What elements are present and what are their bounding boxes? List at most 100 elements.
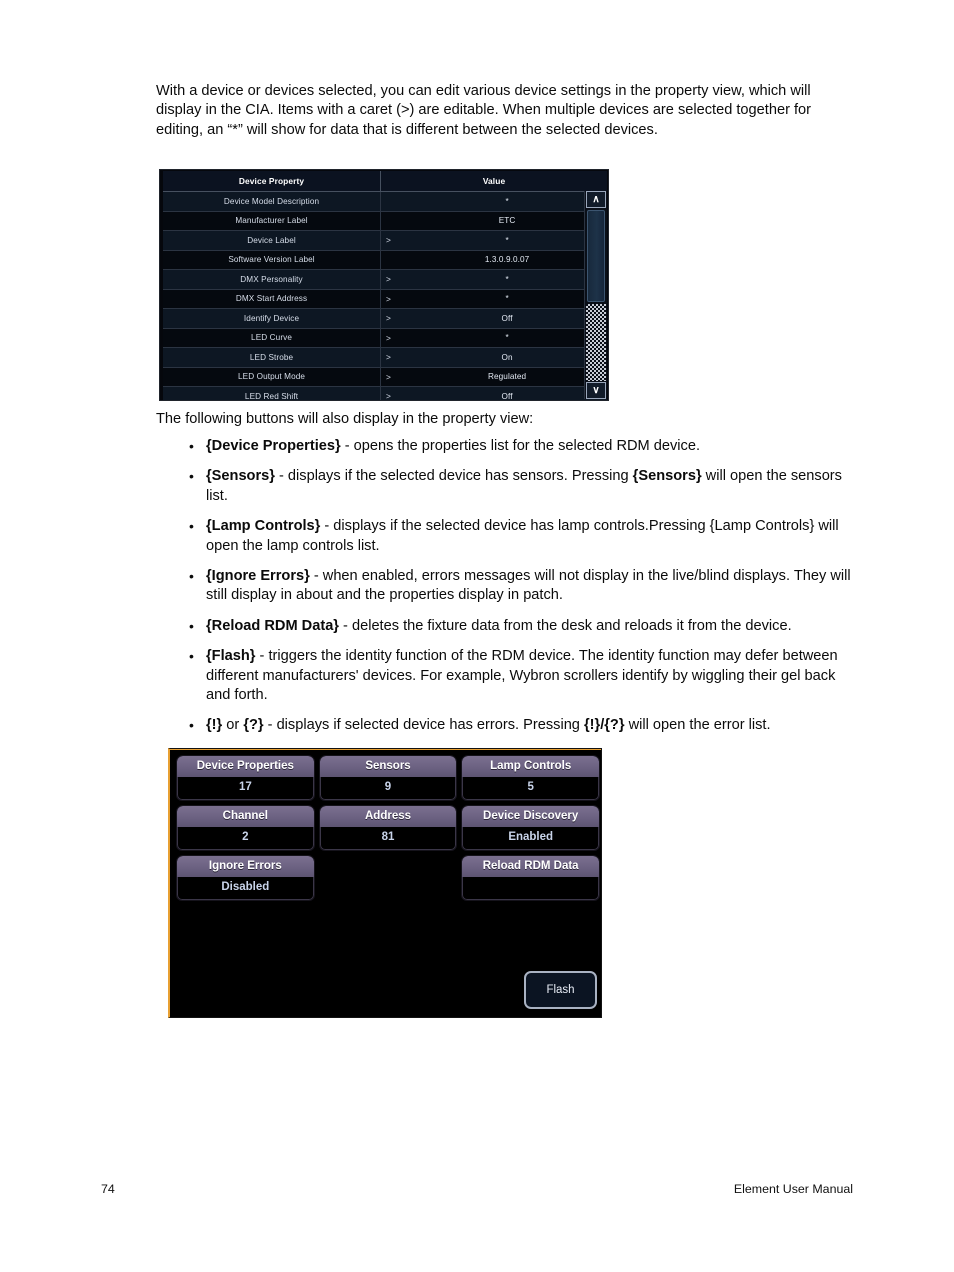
bullet-dot-icon: • (189, 617, 194, 634)
list-item: • {Device Properties} - opens the propert… (186, 437, 862, 456)
caret-icon: > (380, 289, 408, 309)
property-value-cell: * (407, 289, 607, 309)
property-value-cell: * (407, 230, 607, 251)
caret-icon (380, 250, 408, 270)
rdm-button-label: Device Discovery (462, 806, 600, 827)
bullet-text-2: - displays if selected device has errors… (263, 717, 584, 734)
rdm-button-label: Address (319, 806, 457, 827)
rdm-button-label: Channel (177, 806, 314, 827)
rdm-button-row: Device Properties 17 Sensors 9 Lamp Controls… (176, 755, 601, 801)
property-name-cell: Software Version Label (163, 250, 382, 270)
bullet-dot-icon: • (189, 568, 194, 585)
table-row[interactable]: Identify Device > Off (163, 308, 607, 329)
property-table-header-row: Device Property Value (163, 171, 607, 192)
table-row[interactable]: Software Version Label 1.3.0.9.0.07 (163, 250, 607, 270)
table-row[interactable]: DMX Personality > * (163, 269, 607, 290)
scrollbar-track[interactable] (586, 304, 606, 381)
bullet-dot-icon: • (189, 468, 194, 485)
property-table-body: Device Model Description * Manufacturer La… (163, 191, 607, 400)
property-value-cell: 1.3.0.9.0.07 (407, 250, 607, 270)
rdm-button-label: Lamp Controls (462, 756, 600, 777)
bullet-text: - opens the properties list for the sele… (340, 438, 701, 454)
rdm-button-label: Device Properties (177, 756, 314, 777)
property-value-cell: On (407, 347, 607, 368)
property-name-cell: LED Curve (163, 328, 382, 348)
table-row[interactable]: LED Red Shift > Off (163, 386, 607, 400)
bullet-text: - deletes the fixture data from the desk… (339, 617, 792, 634)
intro-paragraph: With a device or devices selected, you c… (156, 83, 812, 138)
rdm-button-value: Disabled (177, 877, 314, 900)
property-view-screenshot: Device Property Value Device Model Descr… (159, 169, 609, 401)
rdm-button-address[interactable]: Address 81 (318, 805, 458, 851)
caret-icon: > (380, 230, 408, 251)
table-row[interactable]: Device Label > * (163, 230, 607, 251)
rdm-button-value: Enabled (462, 827, 600, 850)
table-row[interactable]: Manufacturer Label ETC (163, 211, 607, 231)
column-header-value: Value (380, 171, 607, 192)
property-value-cell: Regulated (407, 367, 607, 387)
property-name-cell: DMX Start Address (163, 289, 382, 309)
rdm-button-label: Sensors (319, 756, 457, 777)
rdm-button-lamp-controls[interactable]: Lamp Controls 5 (461, 755, 601, 801)
table-row[interactable]: DMX Start Address > * (163, 289, 607, 309)
rdm-button-reload-rdm-data[interactable]: Reload RDM Data (461, 855, 600, 901)
bullet-term-3: {!}/{?} (583, 717, 625, 734)
property-value-cell: Off (407, 308, 607, 329)
flash-button[interactable]: Flash (524, 971, 597, 1009)
rdm-button-device-discovery[interactable]: Device Discovery Enabled (461, 805, 601, 851)
property-value-cell: * (407, 269, 607, 290)
rdm-button-sensors[interactable]: Sensors 9 (318, 755, 458, 801)
caret-icon: > (380, 328, 408, 348)
rdm-button-value: 81 (319, 827, 457, 850)
table-row[interactable]: Device Model Description * (163, 191, 607, 212)
table-row[interactable]: LED Output Mode > Regulated (163, 367, 607, 387)
bullet-text-3: will open the error list. (624, 717, 771, 734)
caret-icon: > (380, 308, 408, 329)
rdm-button-value: 9 (319, 777, 457, 800)
bullet-dot-icon: • (189, 717, 194, 734)
property-view-scrollbar[interactable]: ∧ ∨ (584, 191, 607, 399)
list-item: • {Ignore Errors} - when enabled, errors … (186, 567, 862, 606)
rdm-button-grid: Device Properties 17 Sensors 9 Lamp Controls… (176, 755, 601, 905)
bullet-text: - displays if the selected device has se… (274, 468, 633, 485)
property-table: Device Property Value Device Model Descr… (163, 171, 607, 400)
bullet-term: {Ignore Errors} (206, 568, 310, 585)
rdm-button-label: Ignore Errors (177, 856, 314, 877)
footer-page-number: 74 (101, 1182, 115, 1196)
property-name-cell: Device Label (163, 230, 382, 251)
scroll-up-arrow-icon[interactable]: ∧ (586, 191, 606, 208)
list-item: • {Lamp Controls} - displays if the selec… (186, 517, 862, 556)
table-row[interactable]: LED Strobe > On (163, 347, 607, 368)
caret-icon: > (380, 386, 408, 400)
rdm-button-row: Ignore Errors Disabled Reload RDM Data (176, 855, 600, 901)
rdm-button-value (462, 877, 599, 900)
bullet-term-2: {Sensors} (632, 468, 702, 485)
table-row[interactable]: LED Curve > * (163, 328, 607, 348)
caret-icon: > (380, 367, 408, 387)
buttons-intro-paragraph: The following buttons will also display … (156, 411, 534, 427)
rdm-button-value: 17 (177, 777, 314, 800)
bullet-term: {Sensors} (206, 468, 275, 485)
bullet-term: {!} (206, 717, 223, 734)
property-name-cell: LED Red Shift (163, 386, 382, 400)
bullet-text: - triggers the identity function of the … (206, 648, 838, 704)
rdm-button-channel[interactable]: Channel 2 (176, 805, 315, 851)
rdm-button-device-properties[interactable]: Device Properties 17 (176, 755, 315, 801)
bullet-dot-icon: • (189, 518, 194, 535)
document-page: With a device or devices selected, you c… (0, 0, 954, 1272)
list-item: • {Flash} - triggers the identity functio… (186, 647, 862, 705)
bullet-list: • {Device Properties} - opens the propert… (186, 437, 862, 747)
scrollbar-thumb[interactable] (587, 210, 605, 302)
property-name-cell: LED Output Mode (163, 367, 382, 387)
rdm-button-value: 2 (177, 827, 314, 850)
bullet-dot-icon: • (189, 648, 194, 665)
property-value-cell: * (407, 191, 607, 212)
rdm-button-ignore-errors[interactable]: Ignore Errors Disabled (176, 855, 315, 901)
rdm-button-row: Channel 2 Address 81 Device Discovery Enabled (176, 805, 601, 851)
property-name-cell: Manufacturer Label (163, 211, 382, 231)
scroll-down-arrow-icon[interactable]: ∨ (586, 382, 606, 399)
rdm-button-label: Reload RDM Data (462, 856, 599, 877)
column-header-device-property: Device Property (163, 171, 382, 192)
property-view-inner: Device Property Value Device Model Descr… (163, 171, 607, 400)
footer-manual-title: Element User Manual (733, 1182, 853, 1196)
